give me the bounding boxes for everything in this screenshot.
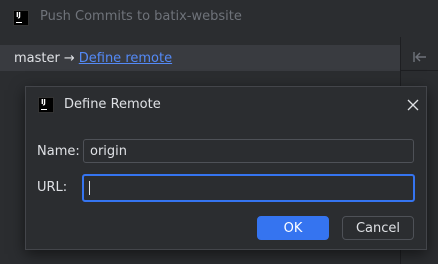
logo-text: IJ	[16, 11, 21, 19]
dialog-logo-text: IJ	[41, 98, 46, 106]
url-label: URL:	[37, 180, 68, 195]
pull-arrow-icon[interactable]	[407, 45, 433, 69]
dialog-logo-icon: IJ	[38, 97, 54, 113]
cancel-button[interactable]: Cancel	[342, 216, 414, 240]
window-titlebar: IJ Push Commits to batix-website	[0, 0, 438, 37]
url-input[interactable]	[82, 174, 415, 202]
dialog-title: Define Remote	[64, 97, 161, 112]
text-caret	[89, 181, 90, 195]
push-commits-window: IJ Push Commits to batix-website master …	[0, 0, 438, 264]
close-icon[interactable]	[403, 95, 423, 115]
toolbar-divider	[400, 70, 438, 71]
branch-row: master → Define remote	[0, 45, 400, 71]
intellij-logo-icon: IJ	[13, 10, 29, 26]
name-input[interactable]	[83, 139, 414, 163]
arrow-icon: →	[63, 50, 75, 66]
name-label: Name:	[37, 144, 80, 159]
define-remote-dialog: IJ Define Remote Name: URL: OK Cancel	[25, 86, 427, 250]
define-remote-link[interactable]: Define remote	[79, 51, 172, 66]
ok-button[interactable]: OK	[257, 216, 329, 240]
window-title: Push Commits to batix-website	[40, 9, 242, 24]
branch-name: master	[14, 50, 60, 66]
